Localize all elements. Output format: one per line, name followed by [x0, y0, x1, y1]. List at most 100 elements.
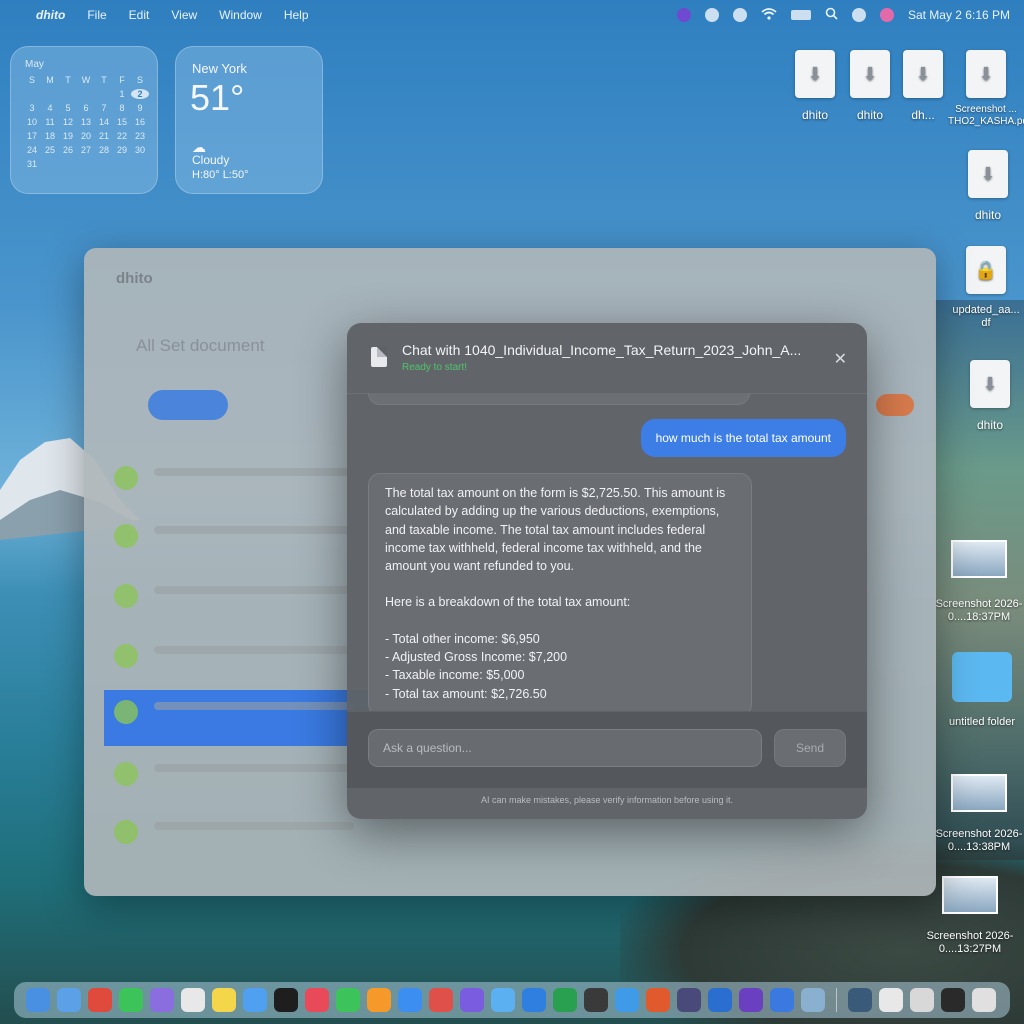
siri-icon[interactable] [879, 8, 894, 22]
weather-widget[interactable]: New York 51° ☁ Cloudy H:80° L:50° [175, 46, 323, 194]
dock-app-icon[interactable] [522, 988, 546, 1012]
dock-app-icon[interactable] [770, 988, 794, 1012]
calendar-day: 11 [45, 117, 55, 127]
dock-app-icon[interactable] [460, 988, 484, 1012]
vpn-status-icon[interactable] [732, 8, 747, 22]
desktop-file-screenshot[interactable]: Screenshot 2026-0....18:37PM [934, 540, 1024, 624]
file-status-icon [114, 466, 138, 490]
dock-app-icon[interactable] [150, 988, 174, 1012]
chat-header: Chat with 1040_Individual_Income_Tax_Ret… [347, 323, 867, 394]
menu-window[interactable]: Window [219, 8, 262, 22]
clock-status-icon[interactable] [704, 8, 719, 22]
wifi-icon[interactable] [761, 7, 777, 23]
list-item-text-placeholder [154, 702, 354, 710]
dock-app-icon[interactable] [646, 988, 670, 1012]
send-button[interactable]: Send [774, 729, 846, 767]
list-item-text-placeholder [154, 526, 354, 534]
previous-message-bubble [368, 393, 750, 405]
breakdown-item: - Taxable income: $5,000 [385, 668, 525, 683]
dock-app-icon[interactable] [429, 988, 453, 1012]
dock-app-icon[interactable] [212, 988, 236, 1012]
desktop-file-dh[interactable]: ⬇ dh... [898, 50, 948, 122]
app-status-icon[interactable] [676, 8, 691, 22]
chat-title: Chat with 1040_Individual_Income_Tax_Ret… [402, 342, 802, 358]
dock-app-icon[interactable] [848, 988, 872, 1012]
desktop-file-screenshot-pdf[interactable]: ⬇ Screenshot ... THO2_KASHA.pdf [948, 50, 1024, 128]
calendar-day [41, 89, 59, 99]
question-input[interactable] [368, 729, 762, 767]
calendar-day: 15 [116, 117, 127, 127]
calendar-month: May [25, 59, 44, 70]
dock-app-icon[interactable] [367, 988, 391, 1012]
desktop-icon-label: dhito [801, 108, 829, 122]
dock-app-icon[interactable] [336, 988, 360, 1012]
calendar-day [59, 89, 77, 99]
desktop-icon-label: dh... [911, 108, 935, 122]
dock-app-icon[interactable] [305, 988, 329, 1012]
dock-app-icon[interactable] [879, 988, 903, 1012]
background-orange-badge[interactable] [876, 394, 914, 416]
dock-app-icon[interactable] [88, 988, 112, 1012]
calendar-day [95, 89, 113, 99]
control-center-icon[interactable] [851, 8, 866, 22]
menu-help[interactable]: Help [284, 8, 309, 22]
calendar-day: 5 [65, 103, 71, 113]
dock-app-icon[interactable] [119, 988, 143, 1012]
dock-app-icon[interactable] [553, 988, 577, 1012]
dock-app-icon[interactable] [584, 988, 608, 1012]
menu-edit[interactable]: Edit [129, 8, 150, 22]
dock [14, 982, 1010, 1018]
dock-app-icon[interactable] [615, 988, 639, 1012]
calendar-day: 30 [134, 145, 145, 155]
download-file-icon: ⬇ [968, 150, 1008, 198]
desktop-icon-label: dhito [976, 418, 1004, 432]
dock-app-icon[interactable] [941, 988, 965, 1012]
spotlight-search-icon[interactable] [825, 7, 838, 23]
background-filter-pill[interactable] [148, 390, 228, 420]
weekday-header: T [101, 75, 107, 85]
calendar-day: 2 [131, 89, 149, 99]
calendar-widget[interactable]: May S M T W T F S 1 2 3 4 5 6 7 8 9 10 11 12 13 14 15 1… [10, 46, 158, 194]
calendar-day: 21 [98, 131, 109, 141]
download-file-icon: ⬇ [795, 50, 835, 98]
dock-app-icon[interactable] [181, 988, 205, 1012]
dock-app-icon[interactable] [243, 988, 267, 1012]
battery-icon[interactable] [790, 10, 811, 20]
close-icon[interactable]: ✕ [834, 349, 847, 369]
calendar-day: 28 [98, 145, 109, 155]
desktop-file-dhito[interactable]: ⬇ dhito [790, 50, 840, 122]
chat-messages[interactable]: how much is the total tax amount The tot… [347, 393, 867, 711]
desktop-icon-label: Screenshot ... THO2_KASHA.pdf [948, 104, 1024, 127]
desktop-file-dhito[interactable]: ⬇ dhito [845, 50, 895, 122]
menu-app-name[interactable]: dhito [36, 8, 65, 22]
dock-app-icon[interactable] [26, 988, 50, 1012]
dock-app-icon[interactable] [57, 988, 81, 1012]
chat-status: Ready to start! [402, 362, 468, 373]
desktop-file-dhito[interactable]: ⬇ dhito [964, 360, 1016, 432]
dock-app-icon[interactable] [491, 988, 515, 1012]
dock-app-icon[interactable] [398, 988, 422, 1012]
dock-app-icon[interactable] [708, 988, 732, 1012]
menu-clock[interactable]: Sat May 2 6:16 PM [908, 8, 1010, 22]
dock-separator [836, 988, 837, 1012]
menu-view[interactable]: View [171, 8, 197, 22]
weekday-header: M [46, 75, 54, 85]
download-file-icon: ⬇ [970, 360, 1010, 408]
calendar-day: 13 [80, 117, 91, 127]
desktop-folder-untitled[interactable]: untitled folder [940, 652, 1024, 728]
weather-city: New York [192, 61, 247, 76]
file-status-icon [114, 762, 138, 786]
menu-file[interactable]: File [87, 8, 106, 22]
desktop-icon-label: Screenshot 2026-0....18:37PM [935, 598, 1023, 623]
dock-app-icon[interactable] [739, 988, 763, 1012]
dock-app-icon[interactable] [972, 988, 996, 1012]
desktop-file-dhito[interactable]: ⬇ dhito [962, 150, 1014, 222]
desktop-file-updated-pdf[interactable]: 🔒 updated_aa... df [948, 246, 1024, 330]
dock-app-icon[interactable] [801, 988, 825, 1012]
screenshot-thumbnail-icon [942, 876, 998, 914]
desktop-icon-label: Screenshot 2026-0....13:27PM [926, 930, 1014, 955]
desktop-file-screenshot[interactable]: Screenshot 2026-0....13:38PM [934, 774, 1024, 854]
dock-app-icon[interactable] [274, 988, 298, 1012]
dock-app-icon[interactable] [677, 988, 701, 1012]
dock-app-icon[interactable] [910, 988, 934, 1012]
